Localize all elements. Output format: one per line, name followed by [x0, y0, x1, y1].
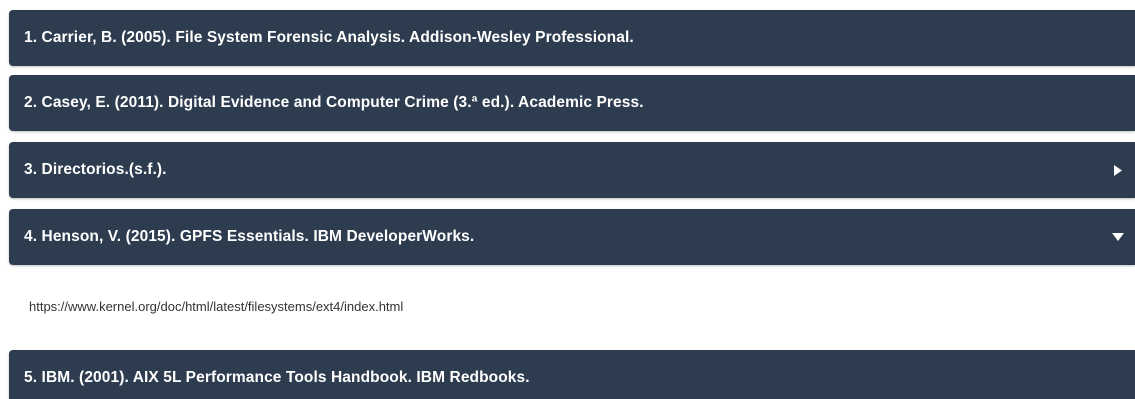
accordion-item-2-label: 2. Casey, E. (2011). Digital Evidence an…: [24, 94, 644, 111]
accordion-item-1-label: 1. Carrier, B. (2005). File System Foren…: [24, 29, 634, 46]
accordion-item-5-label: 5. IBM. (2001). AIX 5L Performance Tools…: [24, 369, 530, 386]
accordion-item-5[interactable]: 5. IBM. (2001). AIX 5L Performance Tools…: [9, 350, 1135, 399]
caret-down-icon[interactable]: [1112, 231, 1124, 243]
accordion-item-4[interactable]: 4. Henson, V. (2015). GPFS Essentials. I…: [9, 209, 1135, 265]
accordion-item-3-label: 3. Directorios.(s.f.).: [24, 161, 167, 178]
accordion-item-1[interactable]: 1. Carrier, B. (2005). File System Foren…: [9, 10, 1135, 66]
accordion-item-2[interactable]: 2. Casey, E. (2011). Digital Evidence an…: [9, 75, 1135, 131]
references-accordion: 1. Carrier, B. (2005). File System Foren…: [0, 0, 1135, 399]
caret-right-icon[interactable]: [1112, 164, 1124, 176]
accordion-item-4-label: 4. Henson, V. (2015). GPFS Essentials. I…: [24, 228, 475, 245]
accordion-item-4-content: https://www.kernel.org/doc/html/latest/f…: [29, 299, 404, 314]
accordion-item-3[interactable]: 3. Directorios.(s.f.).: [9, 142, 1135, 198]
